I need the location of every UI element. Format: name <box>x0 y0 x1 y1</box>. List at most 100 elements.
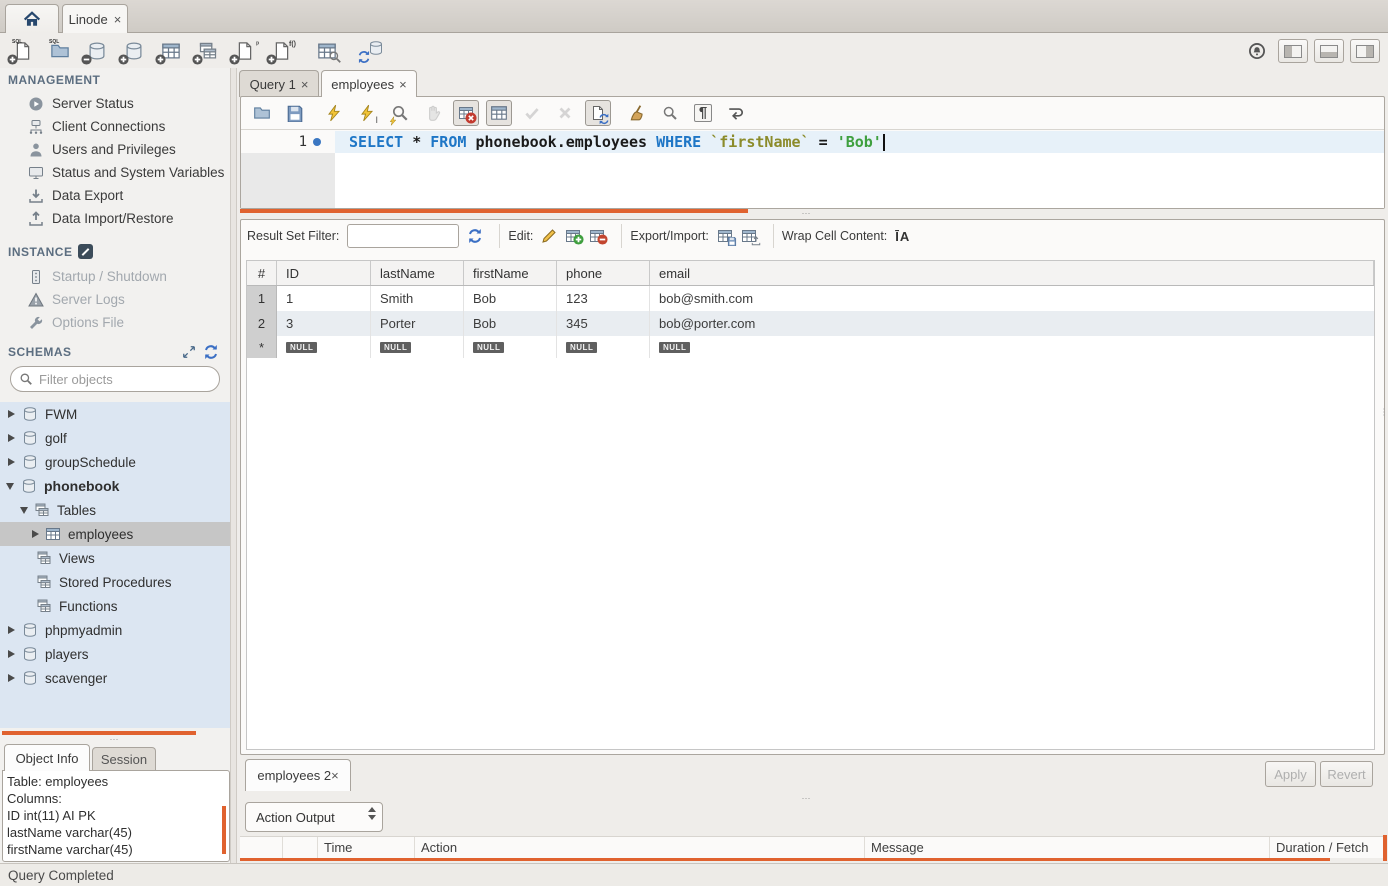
tree-item-groupschedule[interactable]: groupSchedule <box>0 450 230 474</box>
row-number-cell[interactable]: * <box>247 336 277 358</box>
delete-row-button[interactable] <box>589 228 605 244</box>
sidebar-item-server-logs[interactable]: Server Logs <box>0 288 230 311</box>
output-selector[interactable]: Action Output <box>245 802 383 832</box>
spinner-arrows-icon[interactable] <box>368 807 376 820</box>
column-header[interactable]: ID <box>277 261 371 285</box>
column-header[interactable]: firstName <box>464 261 557 285</box>
grid-cell[interactable]: Bob <box>464 286 557 311</box>
column-header[interactable]: phone <box>557 261 650 285</box>
result-filter-input[interactable] <box>347 224 459 248</box>
schema-filter-input[interactable] <box>39 372 215 387</box>
tree-item-golf[interactable]: golf <box>0 426 230 450</box>
grid-cell[interactable]: 3 <box>277 311 371 336</box>
wrench-badge-icon[interactable] <box>78 244 93 259</box>
toggle-bottom-panel-button[interactable] <box>1314 39 1344 63</box>
new-sql-tab-button[interactable]: SQL <box>8 38 38 64</box>
stop-query-button[interactable] <box>420 100 446 126</box>
grid-cell[interactable]: Bob <box>464 311 557 336</box>
row-number-cell[interactable]: 2 <box>247 311 277 336</box>
close-icon[interactable]: × <box>331 768 339 783</box>
connection-tab[interactable]: Linode × <box>62 4 128 33</box>
grid-cell[interactable]: NULL <box>557 336 650 358</box>
open-sql-script-button[interactable]: SQL <box>45 38 75 64</box>
toggle-right-panel-button[interactable] <box>1350 39 1380 63</box>
sidebar-item-users-privileges[interactable]: Users and Privileges <box>0 138 230 161</box>
chevron-right-icon[interactable] <box>8 650 15 658</box>
grid-cell[interactable]: Porter <box>371 311 464 336</box>
output-splitter[interactable]: ⋯ <box>757 793 857 804</box>
data-transfer-button[interactable] <box>357 38 387 64</box>
chevron-right-icon[interactable] <box>8 434 15 442</box>
limit-rows-toggle[interactable] <box>486 100 512 126</box>
import-records-button[interactable] <box>741 228 757 244</box>
column-header[interactable]: email <box>650 261 1374 285</box>
tab-employees[interactable]: employees× <box>321 70 417 97</box>
home-tab[interactable] <box>5 4 59 33</box>
grid-cell[interactable]: 1 <box>277 286 371 311</box>
connection-inspector-button[interactable] <box>82 38 112 64</box>
close-icon[interactable]: × <box>399 77 407 92</box>
commit-button[interactable] <box>519 100 545 126</box>
wrap-text-toggle[interactable] <box>723 100 749 126</box>
column-header[interactable]: Message <box>865 837 1270 858</box>
expand-schemas-icon[interactable] <box>182 345 196 359</box>
create-table-button[interactable] <box>156 38 186 64</box>
sidebar-item-data-import[interactable]: Data Import/Restore <box>0 207 230 230</box>
close-icon[interactable]: × <box>114 12 122 27</box>
output-scrollbar-vertical[interactable] <box>1383 835 1387 861</box>
find-button[interactable] <box>657 100 683 126</box>
chevron-down-icon[interactable] <box>20 507 28 514</box>
sidebar-item-options-file[interactable]: Options File <box>0 311 230 334</box>
tree-item-tables[interactable]: Tables <box>0 498 230 522</box>
close-icon[interactable]: × <box>301 77 309 92</box>
autocommit-toggle[interactable] <box>585 100 611 126</box>
editor-result-splitter[interactable]: ⋯ <box>757 208 857 219</box>
revert-button[interactable]: Revert <box>1320 761 1373 787</box>
grid-cell[interactable]: bob@porter.com <box>650 311 1374 336</box>
chevron-right-icon[interactable] <box>8 410 15 418</box>
object-info-scrollbar[interactable] <box>222 806 226 854</box>
tree-item-phpmyadmin[interactable]: phpmyadmin <box>0 618 230 642</box>
create-schema-button[interactable] <box>119 38 149 64</box>
schema-filter[interactable] <box>10 366 220 392</box>
toggle-left-panel-button[interactable] <box>1278 39 1308 63</box>
tree-item-fwm[interactable]: FWM <box>0 402 230 426</box>
row-number-cell[interactable]: 1 <box>247 286 277 311</box>
tab-object-info[interactable]: Object Info <box>4 744 90 771</box>
apply-button[interactable]: Apply <box>1265 761 1316 787</box>
wrap-cell-content-toggle[interactable]: ĪA <box>895 229 910 244</box>
save-script-button[interactable] <box>282 100 308 126</box>
chevron-right-icon[interactable] <box>32 530 39 538</box>
grid-cell[interactable]: 345 <box>557 311 650 336</box>
column-header[interactable]: Time <box>318 837 415 858</box>
tree-item-scavenger[interactable]: scavenger <box>0 666 230 690</box>
sidebar-item-status-system-variables[interactable]: Status and System Variables <box>0 161 230 184</box>
tree-item-employees[interactable]: employees <box>0 522 230 546</box>
tab-query-1[interactable]: Query 1× <box>239 70 319 97</box>
chevron-down-icon[interactable] <box>6 483 14 490</box>
chevron-right-icon[interactable] <box>8 626 15 634</box>
refresh-icon[interactable] <box>467 228 483 244</box>
right-panel-grip[interactable]: ⋯ <box>1379 408 1388 416</box>
tree-item-phonebook[interactable]: phonebook <box>0 474 230 498</box>
chevron-right-icon[interactable] <box>8 674 15 682</box>
column-header[interactable]: lastName <box>371 261 464 285</box>
tree-item-functions[interactable]: Functions <box>0 594 230 618</box>
tab-session[interactable]: Session <box>92 747 156 771</box>
tree-item-views[interactable]: Views <box>0 546 230 570</box>
sidebar-item-data-export[interactable]: Data Export <box>0 184 230 207</box>
grid-cell[interactable]: bob@smith.com <box>650 286 1374 311</box>
edit-record-button[interactable] <box>541 228 557 244</box>
column-header[interactable]: Duration / Fetch <box>1270 837 1385 858</box>
grid-cell[interactable]: Smith <box>371 286 464 311</box>
sidebar-item-server-status[interactable]: Server Status <box>0 92 230 115</box>
notification-icon[interactable] <box>1242 38 1272 64</box>
column-header[interactable]: Action <box>415 837 865 858</box>
grid-cell[interactable]: 123 <box>557 286 650 311</box>
grid-cell[interactable]: NULL <box>277 336 371 358</box>
chevron-right-icon[interactable] <box>8 458 15 466</box>
grid-cell[interactable]: NULL <box>464 336 557 358</box>
table-inspector-button[interactable] <box>312 38 342 64</box>
add-row-button[interactable] <box>565 228 581 244</box>
sidebar-item-startup-shutdown[interactable]: Startup / Shutdown <box>0 265 230 288</box>
